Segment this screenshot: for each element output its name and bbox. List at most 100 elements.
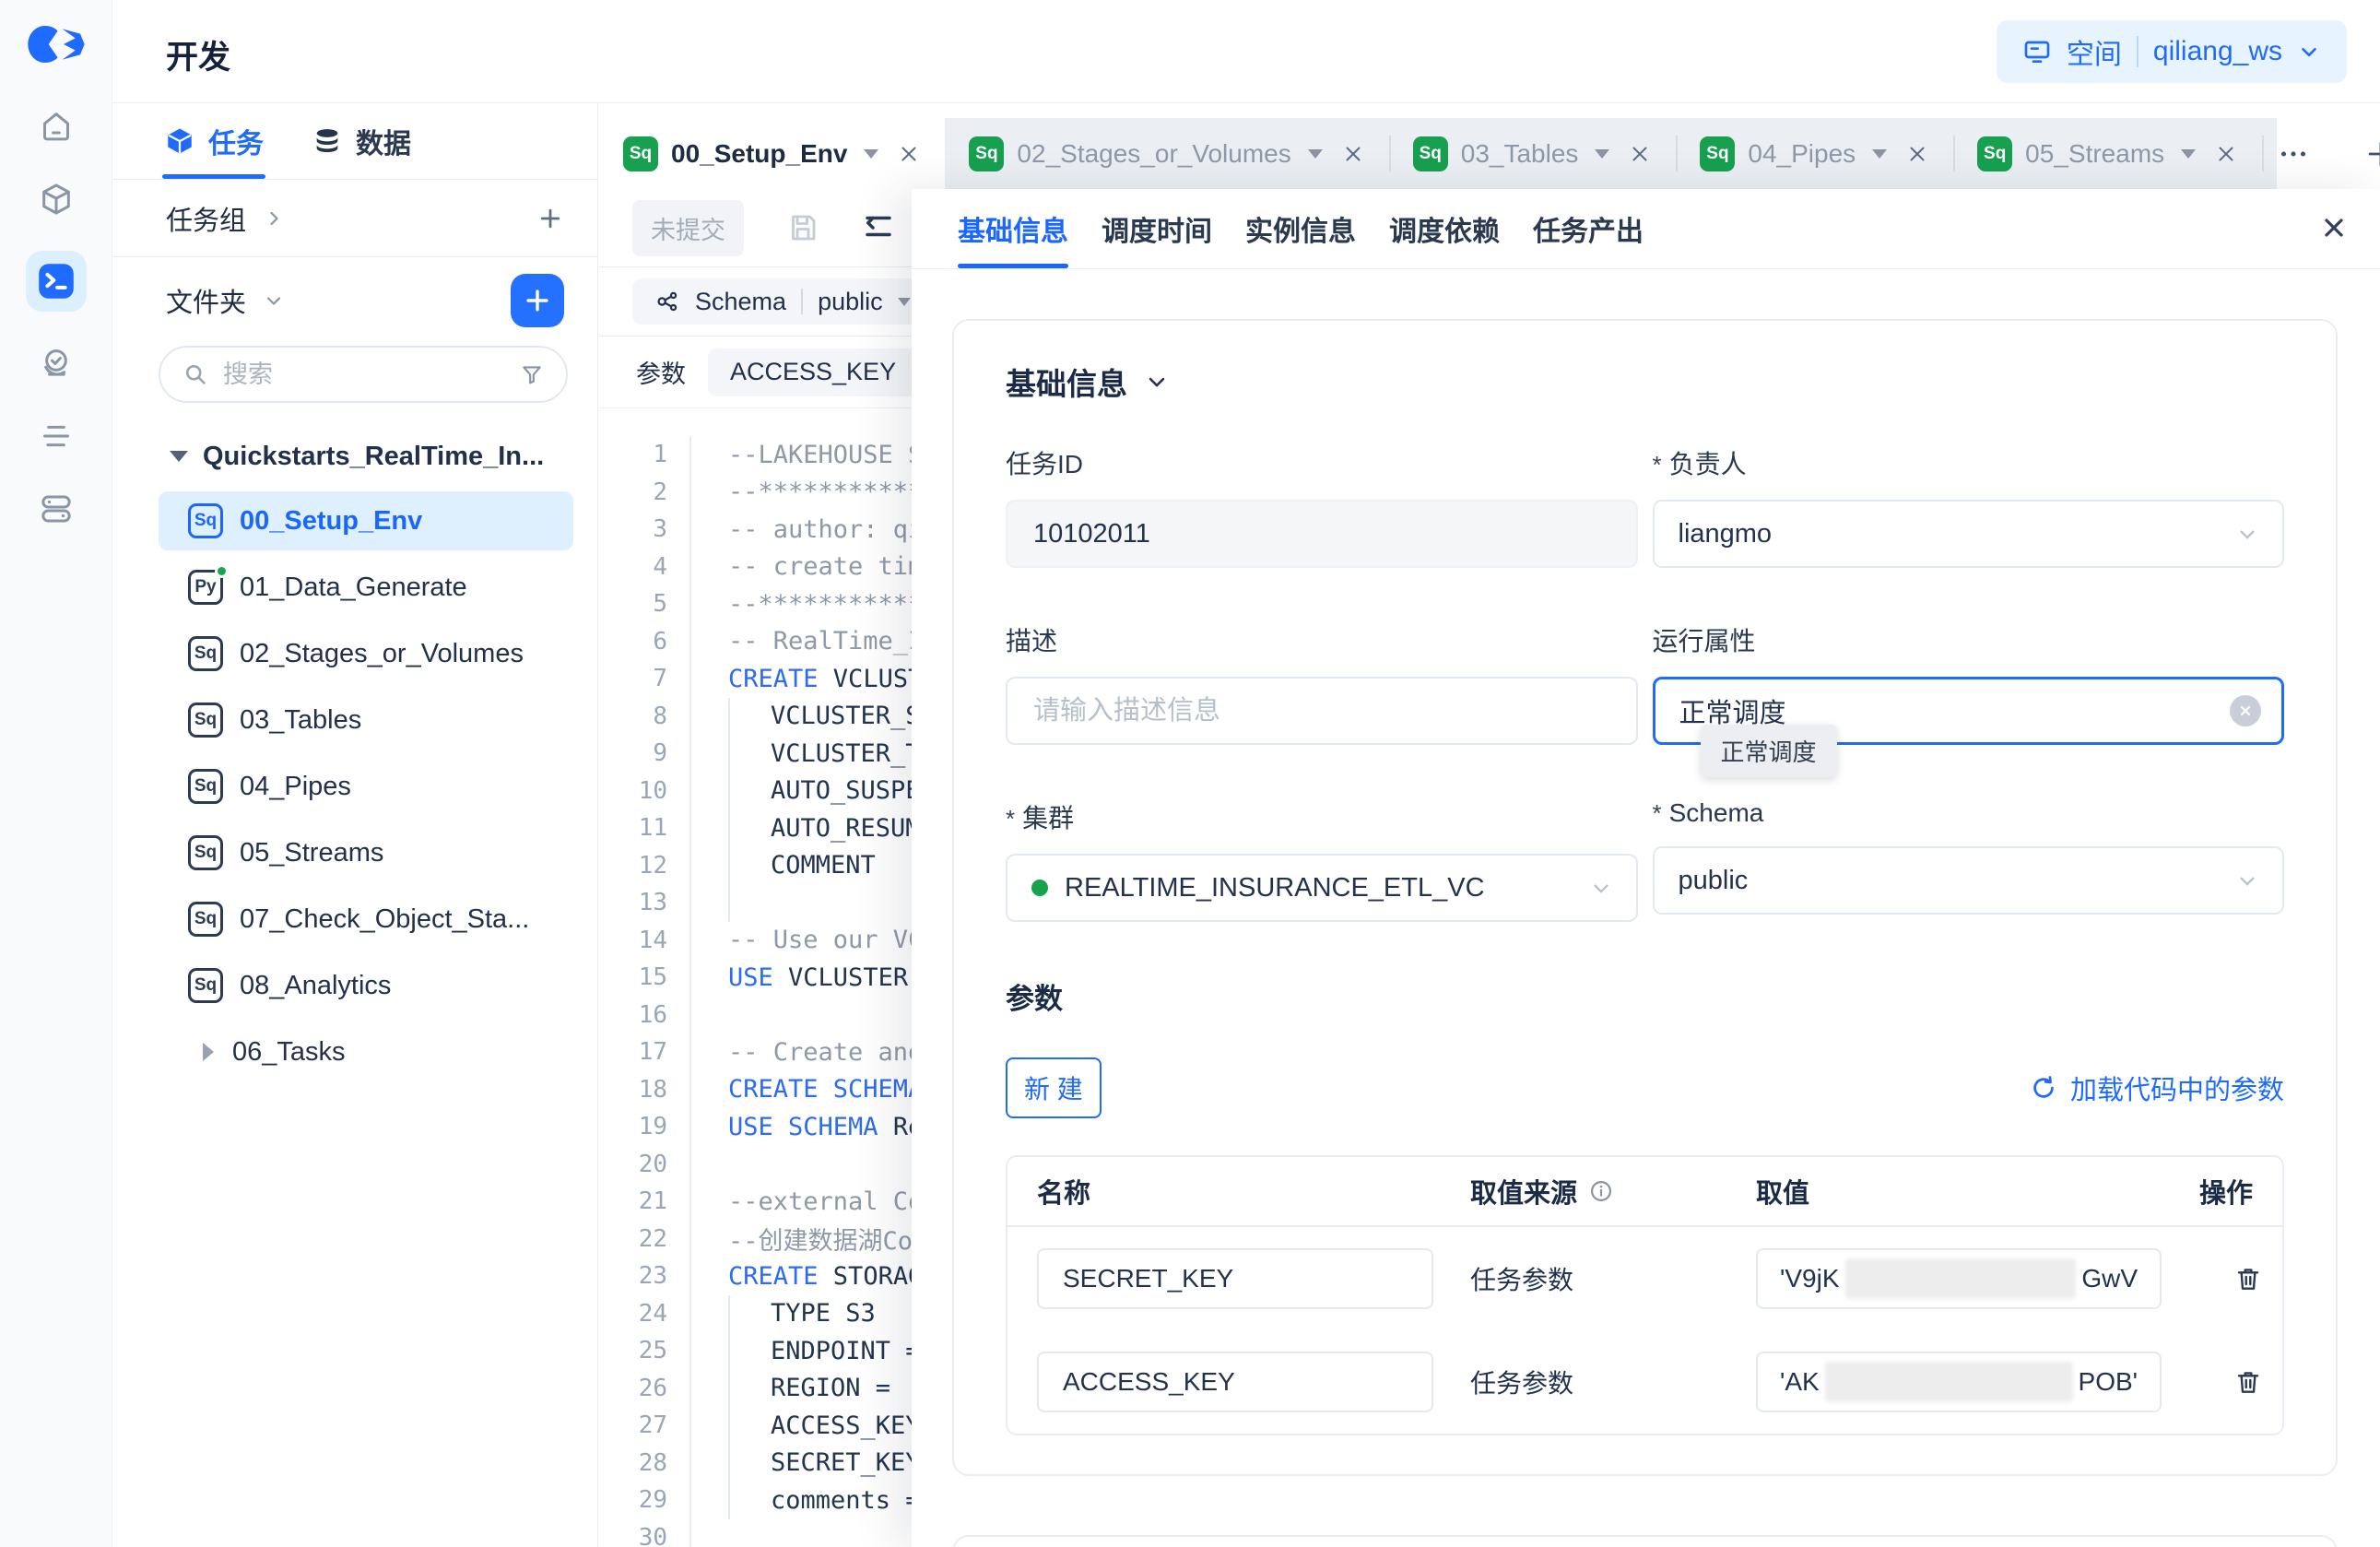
code-token: CREATE SCHEMA — [728, 1075, 923, 1104]
col-source: 取值来源 — [1470, 1172, 1577, 1210]
home-icon[interactable] — [35, 105, 77, 148]
param-name-input[interactable] — [1037, 1352, 1433, 1412]
param-value-input[interactable]: 'V9jKGwV — [1756, 1248, 2162, 1309]
param-row: 任务参数'AKPOB' — [1007, 1330, 2282, 1434]
description-label: 描述 — [1006, 621, 1057, 658]
code-token: TYPE S3 — [771, 1299, 876, 1328]
filter-icon[interactable] — [520, 362, 544, 386]
task-list-icon[interactable] — [35, 415, 77, 457]
folder-row[interactable]: 文件夹 — [112, 259, 597, 342]
add-file-button[interactable] — [511, 274, 564, 327]
detail-tab-调度时间[interactable]: 调度时间 — [1102, 189, 1212, 268]
caret-down-icon[interactable] — [1872, 149, 1887, 159]
tree-item[interactable]: Py01_Data_Generate — [159, 558, 573, 617]
sql-file-icon: Sq — [188, 902, 223, 937]
detail-tab-调度依赖[interactable]: 调度依赖 — [1389, 189, 1500, 268]
cluster-status-dot — [1031, 880, 1048, 896]
panel-tab-任务[interactable]: 任务 — [164, 103, 264, 179]
redacted-value — [1845, 1258, 2077, 1299]
code-token: -- Create and — [728, 1038, 923, 1067]
param-bar-label: 参数 — [636, 354, 686, 390]
param-name-value[interactable] — [1061, 1366, 1409, 1398]
new-param-button[interactable]: 新 建 — [1006, 1057, 1102, 1118]
ops-monitor-icon[interactable] — [35, 342, 77, 384]
line-number: 16 — [599, 997, 691, 1034]
tree-root-folder[interactable]: Quickstarts_RealTime_In... — [159, 432, 597, 480]
schema-selector[interactable]: Schema public — [632, 278, 933, 325]
close-icon[interactable] — [1905, 142, 1929, 166]
tree-item[interactable]: Sq02_Stages_or_Volumes — [159, 624, 573, 683]
format-sql-icon[interactable] — [862, 211, 895, 244]
new-tab-button[interactable] — [2363, 136, 2380, 171]
close-icon[interactable] — [897, 142, 921, 166]
run-property-label: 运行属性 — [1653, 621, 1756, 658]
close-icon[interactable] — [2319, 213, 2349, 242]
editor-tab-05_Streams[interactable]: Sq05_Streams — [1953, 118, 2262, 189]
editor-tab-03_Tables[interactable]: Sq03_Tables — [1389, 118, 1677, 189]
run-property-tooltip: 正常调度 — [1701, 725, 1837, 777]
param-value-input[interactable]: 'AKPOB' — [1756, 1352, 2162, 1412]
delete-param-icon[interactable] — [2233, 1367, 2263, 1397]
task-group-row[interactable]: 任务组 — [112, 180, 597, 257]
cluster-select[interactable]: REALTIME_INSURANCE_ETL_VC — [1006, 854, 1638, 922]
editor-tab-label: 02_Stages_or_Volumes — [1017, 139, 1290, 169]
search-input[interactable] — [221, 360, 507, 390]
save-icon[interactable] — [786, 211, 819, 244]
workspace-switcher[interactable]: 空间 qiliang_ws — [1997, 20, 2347, 83]
owner-field: * 负责人 liangmo — [1653, 444, 2285, 568]
editor-tab-00_Setup_Env[interactable]: Sq00_Setup_Env — [599, 118, 945, 189]
caret-down-icon[interactable] — [864, 149, 878, 159]
instances-icon[interactable] — [35, 488, 77, 530]
caret-down-icon — [898, 298, 911, 306]
tree-item[interactable]: Sq08_Analytics — [159, 956, 573, 1015]
basic-info-section-header[interactable]: 基础信息 — [1006, 360, 2284, 404]
schedule-card: 调度时间 — [952, 1535, 2338, 1547]
code-token: ENDPOINT = — [771, 1337, 921, 1365]
param-chip[interactable]: ACCESS_KEY 'AK — [708, 348, 929, 396]
code-token: AUTO_RESUME — [771, 814, 936, 843]
close-icon[interactable] — [2214, 142, 2238, 166]
tree-item[interactable]: Sq04_Pipes — [159, 757, 573, 816]
dev-terminal-icon[interactable] — [26, 251, 87, 312]
load-code-params-link[interactable]: 加载代码中的参数 — [2030, 1069, 2284, 1107]
caret-down-icon[interactable] — [1308, 149, 1323, 159]
more-tabs-icon[interactable] — [2277, 137, 2310, 171]
app-logo[interactable] — [27, 24, 86, 65]
clear-icon[interactable] — [2230, 695, 2261, 726]
code-token: ACCESS_KEY — [771, 1411, 921, 1440]
tree-item[interactable]: 06_Tasks — [159, 1022, 573, 1081]
schema-select[interactable]: public — [1653, 846, 2285, 915]
close-icon[interactable] — [1341, 142, 1365, 166]
editor-tab-04_Pipes[interactable]: Sq04_Pipes — [1676, 118, 1953, 189]
delete-param-icon[interactable] — [2233, 1264, 2263, 1293]
description-input[interactable] — [1006, 677, 1638, 745]
tree-item[interactable]: Sq05_Streams — [159, 823, 573, 882]
owner-select[interactable]: liangmo — [1653, 500, 2285, 568]
code-token: -- author: qil — [728, 515, 938, 544]
chevron-right-icon — [263, 207, 285, 230]
panel-tab-数据[interactable]: 数据 — [312, 103, 411, 179]
add-task-group-button[interactable] — [536, 205, 564, 232]
editor-tab-partial[interactable]: Sq — [2262, 118, 2277, 189]
param-name-value[interactable] — [1061, 1263, 1409, 1294]
tree-item-label: 06_Tasks — [232, 1037, 346, 1068]
caret-down-icon[interactable] — [2181, 149, 2196, 159]
detail-tab-基础信息[interactable]: 基础信息 — [958, 189, 1068, 268]
close-icon[interactable] — [1628, 142, 1652, 166]
tree-item-label: 05_Streams — [240, 838, 383, 868]
search-box[interactable] — [159, 346, 568, 403]
line-number: 3 — [599, 511, 691, 549]
param-source: 任务参数 — [1470, 1260, 1756, 1297]
detail-tab-任务产出[interactable]: 任务产出 — [1533, 189, 1644, 268]
tree-item[interactable]: Sq00_Setup_Env — [159, 491, 573, 550]
detail-tab-实例信息[interactable]: 实例信息 — [1245, 189, 1356, 268]
tree-item[interactable]: Sq07_Check_Object_Sta... — [159, 890, 573, 949]
param-name-input[interactable] — [1037, 1248, 1433, 1309]
code-token: REGION = — [771, 1374, 905, 1402]
description-value[interactable] — [1031, 695, 1612, 727]
caret-down-icon[interactable] — [1595, 149, 1609, 159]
tree-item[interactable]: Sq03_Tables — [159, 691, 573, 750]
modules-icon[interactable] — [35, 178, 77, 220]
info-icon[interactable] — [1588, 1178, 1614, 1204]
editor-tab-02_Stages_or_Volumes[interactable]: Sq02_Stages_or_Volumes — [945, 118, 1388, 189]
